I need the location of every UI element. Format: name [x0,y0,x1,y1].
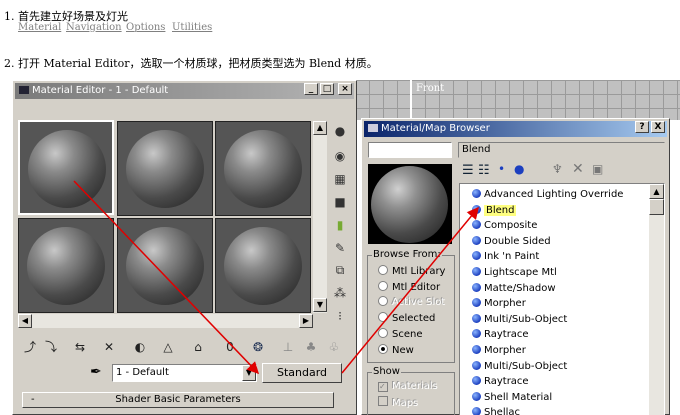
arrow-standard-to-blend [341,206,479,374]
annotation-arrows [73,180,479,375]
arrow-slot-to-standard [73,180,260,375]
